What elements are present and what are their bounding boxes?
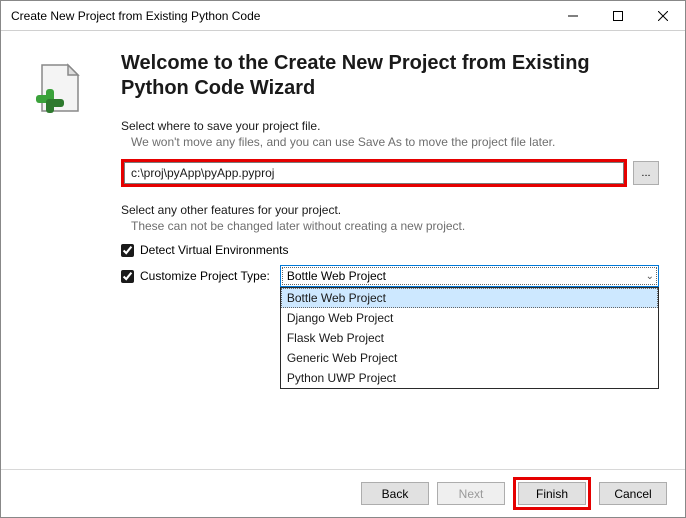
- maximize-button[interactable]: [595, 1, 640, 30]
- features-label: Select any other features for your proje…: [121, 203, 659, 217]
- finish-button[interactable]: Finish: [518, 482, 586, 505]
- wizard-main: Welcome to the Create New Project from E…: [111, 31, 685, 469]
- close-button[interactable]: [640, 1, 685, 30]
- button-bar: Back Next Finish Cancel: [1, 469, 685, 517]
- customize-type-label: Customize Project Type:: [140, 269, 270, 283]
- dropdown-item[interactable]: Flask Web Project: [281, 328, 658, 348]
- titlebar: Create New Project from Existing Python …: [1, 1, 685, 31]
- wizard-icon-column: [1, 31, 111, 469]
- dropdown-item[interactable]: Django Web Project: [281, 308, 658, 328]
- back-button[interactable]: Back: [361, 482, 429, 505]
- next-button: Next: [437, 482, 505, 505]
- minimize-button[interactable]: [550, 1, 595, 30]
- project-path-highlight: [121, 159, 627, 187]
- save-location-hint: We won't move any files, and you can use…: [121, 135, 659, 149]
- dropdown-item[interactable]: Generic Web Project: [281, 348, 658, 368]
- customize-type-checkbox[interactable]: [121, 270, 134, 283]
- wizard-heading: Welcome to the Create New Project from E…: [121, 51, 659, 101]
- project-type-dropdown[interactable]: Bottle Web Project ⌄: [280, 265, 659, 287]
- cancel-button[interactable]: Cancel: [599, 482, 667, 505]
- detect-env-label: Detect Virtual Environments: [140, 243, 289, 257]
- save-location-label: Select where to save your project file.: [121, 119, 659, 133]
- detect-env-checkbox[interactable]: [121, 244, 134, 257]
- chevron-down-icon: ⌄: [646, 271, 654, 282]
- features-hint: These can not be changed later without c…: [121, 219, 659, 233]
- project-type-selected: Bottle Web Project: [287, 269, 386, 283]
- python-file-icon: [26, 59, 86, 119]
- window-title: Create New Project from Existing Python …: [1, 9, 550, 23]
- project-type-list: Bottle Web Project Django Web Project Fl…: [280, 287, 659, 389]
- browse-button[interactable]: ...: [633, 161, 659, 185]
- project-path-input[interactable]: [124, 162, 624, 184]
- content-area: Welcome to the Create New Project from E…: [1, 31, 685, 469]
- finish-highlight: Finish: [513, 477, 591, 510]
- dropdown-item[interactable]: Python UWP Project: [281, 368, 658, 388]
- dropdown-item[interactable]: Bottle Web Project: [281, 288, 658, 308]
